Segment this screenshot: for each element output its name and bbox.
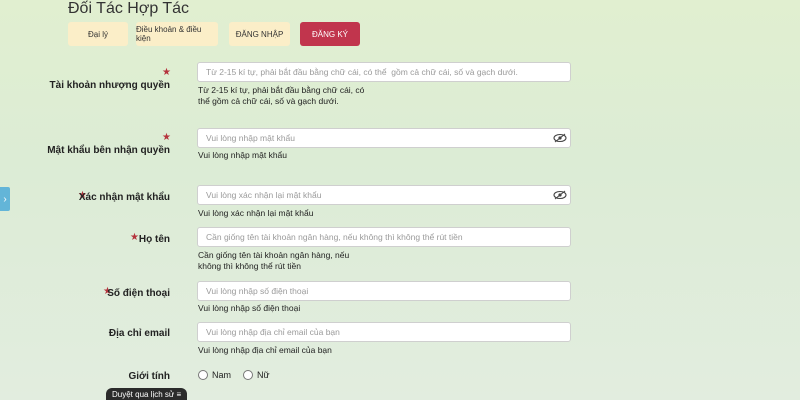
phone-label: Số điện thoại <box>107 288 170 299</box>
required-star-icon: ★ <box>162 67 171 78</box>
account-label: Tài khoản nhượng quyền <box>49 80 170 91</box>
password-label: Mật khẩu bên nhận quyền <box>47 145 170 156</box>
account-hint: Từ 2-15 kí tự, phải bắt đầu bằng chữ cái… <box>198 85 365 106</box>
tab-register[interactable]: ĐĂNG KÝ <box>300 22 360 46</box>
fullname-label: Họ tên <box>138 234 170 245</box>
phone-hint: Vui lòng nhập số điện thoại <box>198 303 301 313</box>
email-label: Địa chỉ email <box>108 328 170 339</box>
confirm-password-label: Xác nhận mật khẩu <box>78 192 170 203</box>
required-star-icon: ★ <box>162 132 171 143</box>
gender-radio-group: Nam Nữ <box>198 370 270 380</box>
gender-male-label: Nam <box>212 370 232 380</box>
confirm-password-hint: Vui lòng xác nhận lại mật khẩu <box>198 208 314 218</box>
tab-agent[interactable]: Đại lý <box>68 22 128 46</box>
fullname-hint: Cần giống tên tài khoản ngân hàng, nếu k… <box>198 250 350 271</box>
browse-history-tab[interactable]: Duyệt qua lịch sử ≡ <box>106 388 188 400</box>
fullname-input[interactable] <box>197 227 571 247</box>
gender-female-radio[interactable] <box>243 370 254 380</box>
gender-female-label: Nữ <box>257 370 270 380</box>
email-input[interactable] <box>197 322 571 342</box>
gender-male-radio[interactable] <box>198 370 208 380</box>
gender-label: Giới tính <box>128 371 170 382</box>
tab-terms[interactable]: Điều khoản & điều kiện <box>136 22 218 46</box>
page-title: Đối Tác Hợp Tác <box>68 0 190 17</box>
confirm-password-input[interactable] <box>197 185 571 205</box>
eye-slash-icon[interactable] <box>553 190 567 200</box>
eye-slash-icon[interactable] <box>553 133 567 143</box>
tab-login[interactable]: ĐĂNG NHẬP <box>229 22 290 46</box>
account-input[interactable] <box>197 62 571 82</box>
phone-input[interactable] <box>197 281 571 301</box>
email-hint: Vui lòng nhập địa chỉ email của bạn <box>198 345 332 355</box>
password-input[interactable] <box>197 128 571 148</box>
password-hint: Vui lòng nhập mật khẩu <box>198 150 287 160</box>
